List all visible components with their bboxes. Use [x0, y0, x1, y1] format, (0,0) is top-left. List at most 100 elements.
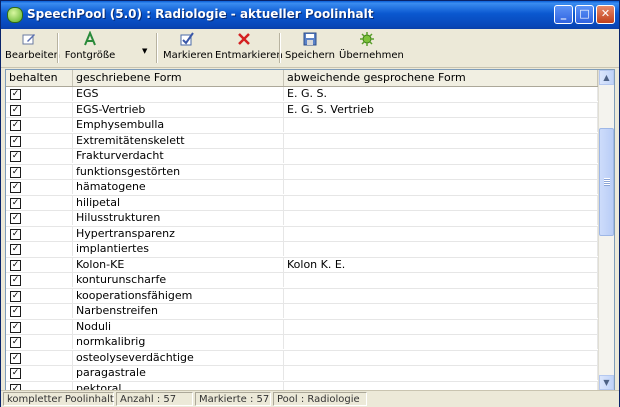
table-row[interactable]: ✓ EGS E. G. S.	[6, 87, 598, 103]
written-form-cell[interactable]: normkalibrig	[73, 335, 284, 349]
keep-checkbox[interactable]: ✓	[10, 166, 21, 178]
table-row[interactable]: ✓ EGS-Vertrieb E. G. S. Vertrieb	[6, 102, 598, 118]
table-row[interactable]: ✓ Noduli	[6, 319, 598, 335]
keep-checkbox[interactable]: ✓	[10, 228, 21, 240]
spoken-form-cell[interactable]	[284, 335, 598, 349]
spoken-form-cell[interactable]	[284, 319, 598, 334]
spoken-form-cell[interactable]	[284, 149, 598, 163]
written-form-cell[interactable]: EGS-Vertrieb	[73, 102, 284, 117]
mark-label: Markieren	[163, 50, 213, 61]
keep-checkbox[interactable]: ✓	[10, 120, 21, 131]
mark-button[interactable]: Markieren	[163, 31, 213, 65]
table-row[interactable]: ✓ hämatogene	[6, 180, 598, 196]
spoken-form-cell[interactable]	[284, 273, 598, 287]
spoken-form-cell[interactable]	[284, 180, 598, 194]
unmark-button[interactable]: Entmarkieren	[215, 31, 283, 65]
keep-checkbox[interactable]: ✓	[10, 306, 21, 317]
behalten-cell: ✓	[6, 195, 73, 210]
keep-checkbox[interactable]: ✓	[10, 135, 21, 147]
keep-checkbox[interactable]: ✓	[10, 213, 21, 224]
written-form-cell[interactable]: Kolon-KE	[73, 257, 284, 272]
table-row[interactable]: ✓ Emphysembulla	[6, 118, 598, 134]
column-header-gesprochene-form[interactable]: abweichende gesprochene Form	[284, 70, 598, 86]
keep-checkbox[interactable]: ✓	[10, 321, 21, 333]
save-button[interactable]: Speichern	[285, 31, 335, 65]
spoken-form-cell[interactable]	[284, 366, 598, 380]
keep-checkbox[interactable]: ✓	[10, 89, 21, 100]
written-form-cell[interactable]: Narbenstreifen	[73, 304, 284, 318]
font-size-button[interactable]: Fontgröße	[63, 30, 117, 65]
keep-checkbox[interactable]: ✓	[10, 104, 21, 116]
status-bar: kompletter Poolinhalt Anzahl : 57 Markie…	[1, 390, 619, 407]
table-row[interactable]: ✓ Kolon-KE Kolon K. E.	[6, 257, 598, 273]
column-header-behalten[interactable]: behalten	[6, 70, 73, 86]
keep-checkbox[interactable]: ✓	[10, 151, 21, 162]
scroll-down-button[interactable]: ▼	[599, 375, 614, 390]
table-row[interactable]: ✓ osteolyseverdächtige	[6, 350, 598, 366]
spoken-form-cell[interactable]: Kolon K. E.	[284, 257, 598, 272]
table-row[interactable]: ✓ Narbenstreifen	[6, 304, 598, 320]
vertical-scrollbar[interactable]: ▲ ▼	[598, 70, 614, 390]
written-form-cell[interactable]: Hilusstrukturen	[73, 211, 284, 225]
table-row[interactable]: ✓ normkalibrig	[6, 335, 598, 351]
keep-checkbox[interactable]: ✓	[10, 244, 21, 255]
keep-checkbox[interactable]: ✓	[10, 275, 21, 286]
column-header-geschriebene-form[interactable]: geschriebene Form	[73, 70, 284, 86]
keep-checkbox[interactable]: ✓	[10, 290, 21, 302]
spoken-form-cell[interactable]	[284, 226, 598, 241]
table-row[interactable]: ✓ Hilusstrukturen	[6, 211, 598, 227]
written-form-cell[interactable]: paragastrale	[73, 366, 284, 380]
spoken-form-cell[interactable]: E. G. S. Vertrieb	[284, 102, 598, 117]
table-row[interactable]: ✓ konturunscharfe	[6, 273, 598, 289]
spoken-form-cell[interactable]	[284, 164, 598, 179]
written-form-cell[interactable]: Noduli	[73, 319, 284, 334]
table-row[interactable]: ✓ Hypertransparenz	[6, 226, 598, 242]
table-row[interactable]: ✓ Frakturverdacht	[6, 149, 598, 165]
title-bar[interactable]: SpeechPool (5.0) : Radiologie - aktuelle…	[1, 1, 619, 29]
spoken-form-cell[interactable]	[284, 211, 598, 225]
written-form-cell[interactable]: kooperationsfähigem	[73, 288, 284, 303]
spoken-form-cell[interactable]	[284, 195, 598, 210]
spoken-form-cell[interactable]	[284, 118, 598, 132]
pool-table[interactable]: behalten geschriebene Form abweichende g…	[5, 69, 615, 391]
minimize-button[interactable]: _	[554, 5, 573, 24]
spoken-form-cell[interactable]	[284, 350, 598, 365]
written-form-cell[interactable]: funktionsgestörten	[73, 164, 284, 179]
written-form-cell[interactable]: hilipetal	[73, 195, 284, 210]
scroll-up-button[interactable]: ▲	[599, 70, 614, 85]
keep-checkbox[interactable]: ✓	[10, 259, 21, 271]
keep-checkbox[interactable]: ✓	[10, 337, 21, 348]
status-pool: Pool : Radiologie	[273, 392, 367, 406]
table-row[interactable]: ✓ hilipetal	[6, 195, 598, 211]
table-row[interactable]: ✓ funktionsgestörten	[6, 164, 598, 180]
table-row[interactable]: ✓ kooperationsfähigem	[6, 288, 598, 304]
table-row[interactable]: ✓ Extremitätenskelett	[6, 133, 598, 149]
written-form-cell[interactable]: hämatogene	[73, 180, 284, 194]
font-size-dropdown-arrow[interactable]: ▼	[142, 47, 147, 55]
spoken-form-cell[interactable]	[284, 242, 598, 256]
spoken-form-cell[interactable]	[284, 304, 598, 318]
written-form-cell[interactable]: Extremitätenskelett	[73, 133, 284, 148]
apply-button[interactable]: Übernehmen	[339, 31, 404, 65]
written-form-cell[interactable]: konturunscharfe	[73, 273, 284, 287]
written-form-cell[interactable]: implantiertes	[73, 242, 284, 256]
save-icon	[285, 31, 335, 49]
spoken-form-cell[interactable]: E. G. S.	[284, 87, 598, 101]
scrollbar-thumb[interactable]	[599, 128, 614, 236]
table-row[interactable]: ✓ implantiertes	[6, 242, 598, 258]
written-form-cell[interactable]: Frakturverdacht	[73, 149, 284, 163]
maximize-button[interactable]: □	[575, 5, 594, 24]
spoken-form-cell[interactable]	[284, 288, 598, 303]
keep-checkbox[interactable]: ✓	[10, 182, 21, 193]
spoken-form-cell[interactable]	[284, 133, 598, 148]
written-form-cell[interactable]: osteolyseverdächtige	[73, 350, 284, 365]
written-form-cell[interactable]: Emphysembulla	[73, 118, 284, 132]
written-form-cell[interactable]: Hypertransparenz	[73, 226, 284, 241]
keep-checkbox[interactable]: ✓	[10, 197, 21, 209]
keep-checkbox[interactable]: ✓	[10, 352, 21, 364]
edit-button[interactable]: Bearbeiten	[5, 31, 60, 65]
keep-checkbox[interactable]: ✓	[10, 368, 21, 379]
table-row[interactable]: ✓ paragastrale	[6, 366, 598, 382]
close-button[interactable]: ✕	[596, 5, 615, 24]
written-form-cell[interactable]: EGS	[73, 87, 284, 101]
